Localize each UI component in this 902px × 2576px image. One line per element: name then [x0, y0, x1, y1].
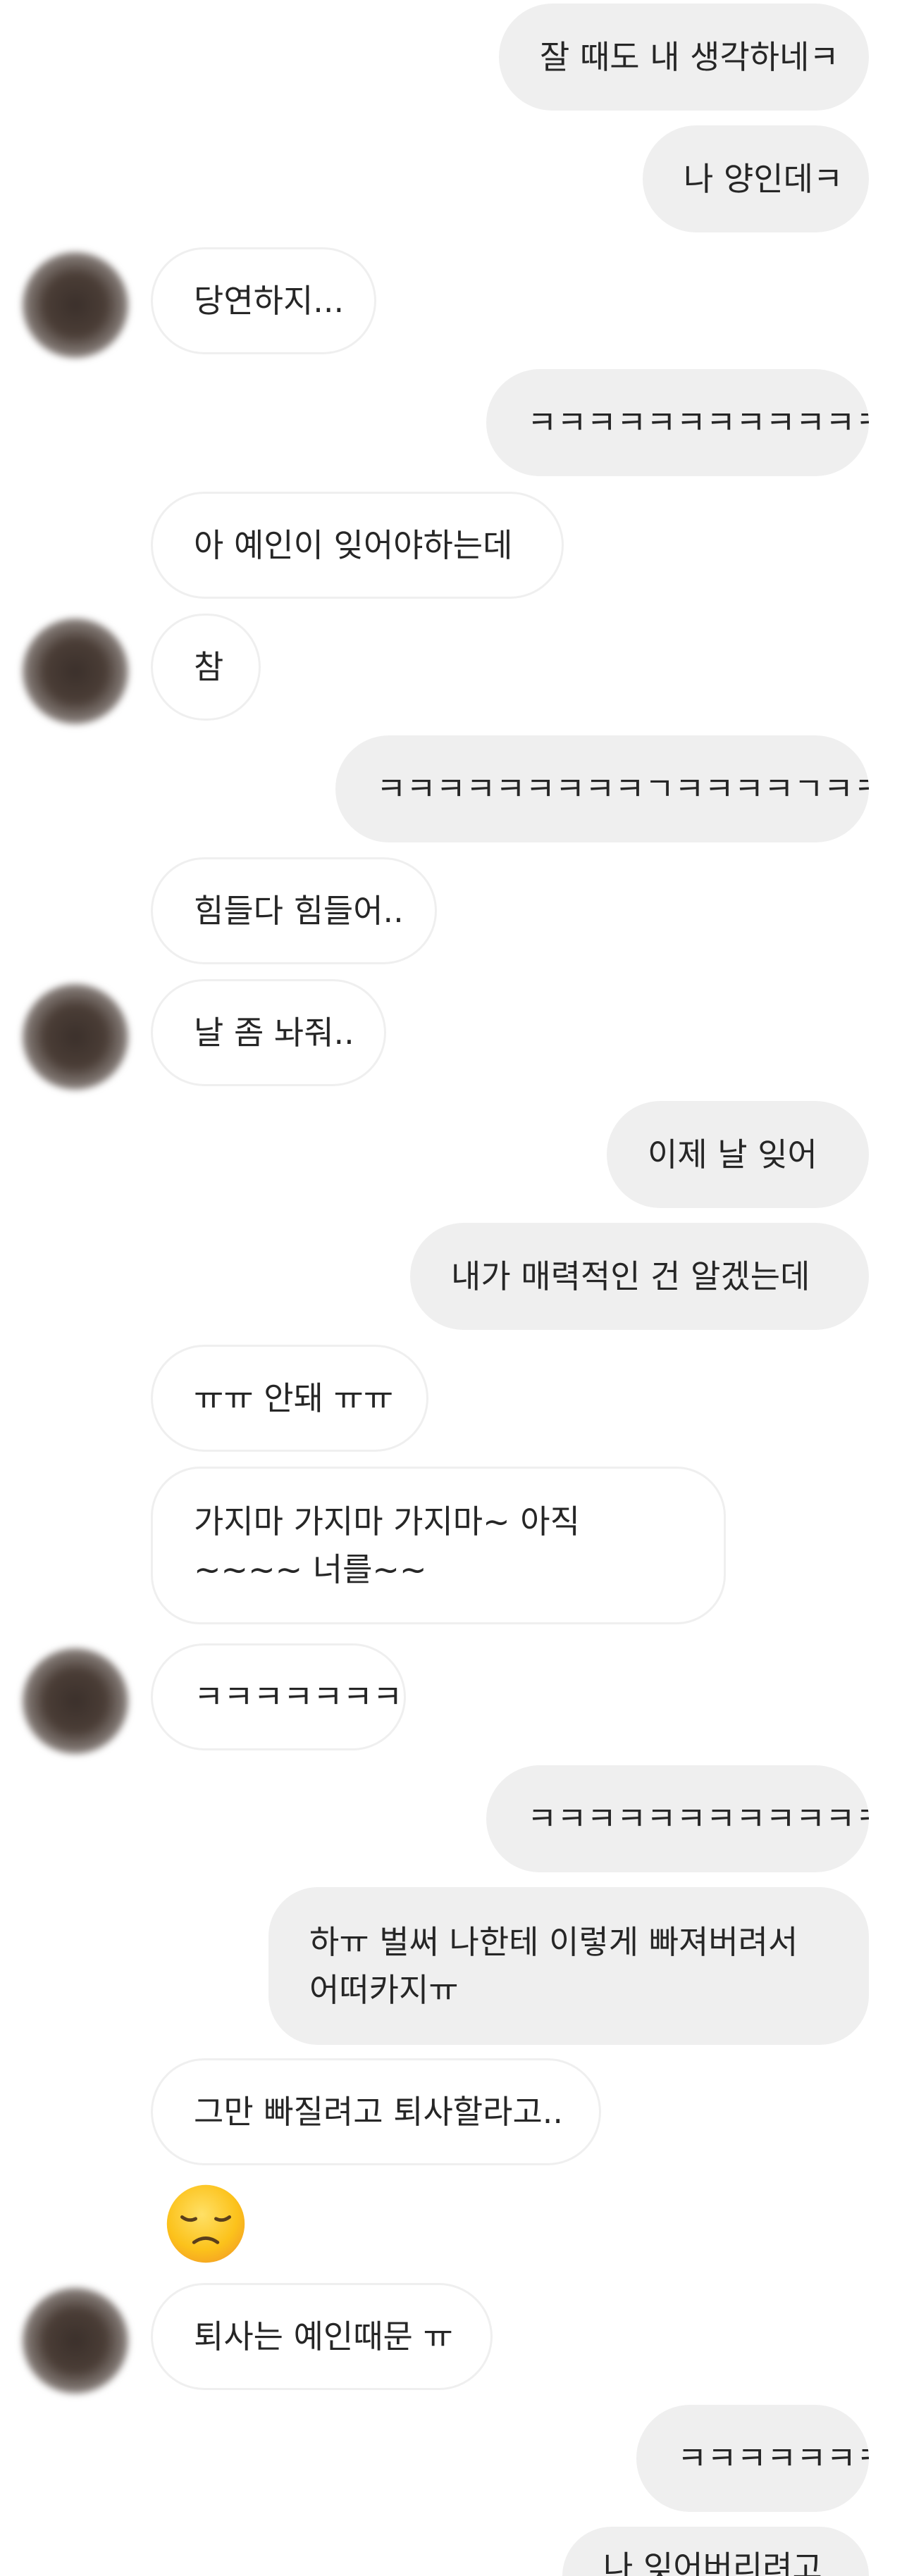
disappointed-face-emoji: [166, 2184, 245, 2263]
my-message-bubble[interactable]: 하ㅠ 벌써 나한테 이렇게 빠져버려서 어떠카지ㅠ: [268, 1887, 869, 2045]
their-message-bubble[interactable]: 아 예인이 잊어야하는데: [151, 492, 564, 599]
their-message-bubble[interactable]: 참: [151, 614, 261, 721]
my-message-bubble[interactable]: 잘 때도 내 생각하네ㅋ: [499, 4, 869, 111]
my-message-bubble[interactable]: 이제 날 잊어: [607, 1101, 869, 1208]
their-message-bubble[interactable]: 그만 빠질려고 퇴사할라고..: [151, 2058, 601, 2165]
contact-avatar[interactable]: [23, 2288, 128, 2394]
contact-avatar[interactable]: [23, 1648, 128, 1754]
contact-avatar[interactable]: [23, 618, 128, 724]
their-message-bubble[interactable]: 가지마 가지마 가지마~ 아직~~~~ 너를~~: [151, 1467, 726, 1624]
their-message-bubble[interactable]: 힘들다 힘들어..: [151, 857, 437, 964]
their-message-bubble[interactable]: 날 좀 놔줘..: [151, 979, 386, 1086]
my-message-bubble[interactable]: 나 잊어버리려고: [562, 2527, 869, 2576]
my-message-bubble[interactable]: ㅋㅋㅋㅋㅋㅋㅋㅋㅋㅋㅋㅋㅋ: [486, 369, 869, 476]
contact-avatar[interactable]: [23, 984, 128, 1090]
my-message-bubble[interactable]: ㅋㅋㅋㅋㅋㅋㅋㅋㅋㅋㅋㅋㅋ: [486, 1765, 869, 1872]
their-message-bubble[interactable]: 당연하지...: [151, 247, 376, 354]
contact-avatar[interactable]: [23, 252, 128, 358]
their-message-bubble[interactable]: 퇴사는 예인때문 ㅠ: [151, 2283, 493, 2390]
my-message-bubble[interactable]: 내가 매력적인 건 알겠는데: [410, 1223, 869, 1330]
my-message-bubble[interactable]: ㅋㅋㅋㅋㅋㅋㅋㅋㅋㄱㅋㅋㅋㅋㄱㅋㅋㅋㅋㅋㄱ: [335, 735, 869, 842]
chat-thread[interactable]: 잘 때도 내 생각하네ㅋ 나 양인데ㅋ 당연하지... ㅋㅋㅋㅋㅋㅋㅋㅋㅋㅋㅋㅋ…: [0, 0, 902, 2576]
my-message-bubble[interactable]: 나 양인데ㅋ: [643, 125, 869, 232]
their-message-bubble[interactable]: ㅋㅋㅋㅋㅋㅋㅋㅋ: [151, 1643, 406, 1750]
their-message-bubble[interactable]: ㅠㅠ 안돼 ㅠㅠ: [151, 1345, 428, 1452]
my-message-bubble[interactable]: ㅋㅋㅋㅋㅋㅋㅋ: [636, 2405, 869, 2512]
